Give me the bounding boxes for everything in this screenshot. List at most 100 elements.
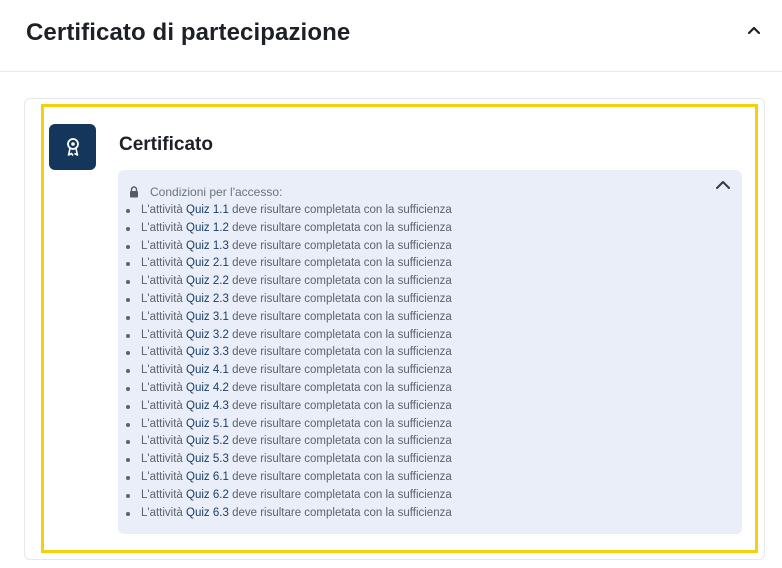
condition-item: L'attività Quiz 1.1 deve risultare compl… [118,202,452,220]
condition-item: L'attività Quiz 1.2 deve risultare compl… [118,220,452,238]
condition-item: L'attività Quiz 6.2 deve risultare compl… [118,487,452,505]
condition-suffix: deve risultare completata con la suffici… [232,399,452,412]
condition-item: L'attività Quiz 1.3 deve risultare compl… [118,238,452,256]
access-header: Condizioni per l'accesso: [128,184,282,200]
quiz-link[interactable]: Quiz 2.3 [186,293,229,305]
condition-prefix: L'attività [141,506,183,519]
access-restrictions: Condizioni per l'accesso: L'attività Qui… [118,170,742,534]
condition-prefix: L'attività [141,488,183,501]
condition-suffix: deve risultare completata con la suffici… [232,488,452,501]
quiz-link[interactable]: Quiz 5.1 [186,418,229,430]
condition-item: L'attività Quiz 3.2 deve risultare compl… [118,327,452,345]
condition-item: L'attività Quiz 2.2 deve risultare compl… [118,273,452,291]
condition-prefix: L'attività [141,292,183,305]
quiz-link[interactable]: Quiz 6.2 [186,489,229,501]
course-page: Certificato di partecipazione Certificat… [0,0,782,568]
condition-prefix: L'attività [141,417,183,430]
condition-item: L'attività Quiz 5.3 deve risultare compl… [118,451,452,469]
quiz-link[interactable]: Quiz 5.2 [186,435,229,447]
quiz-link[interactable]: Quiz 1.3 [186,240,229,252]
quiz-link[interactable]: Quiz 2.2 [186,275,229,287]
condition-suffix: deve risultare completata con la suffici… [232,381,452,394]
condition-suffix: deve risultare completata con la suffici… [232,328,452,341]
condition-item: L'attività Quiz 4.2 deve risultare compl… [118,380,452,398]
bullet-icon [126,440,130,445]
condition-suffix: deve risultare completata con la suffici… [232,275,452,288]
bullet-icon [126,297,130,302]
quiz-link[interactable]: Quiz 3.1 [186,311,229,323]
condition-prefix: L'attività [141,204,183,216]
chevron-up-icon [716,181,730,189]
section-title: Certificato di partecipazione [26,19,351,46]
quiz-link[interactable]: Quiz 2.1 [186,257,229,269]
bullet-icon [126,333,130,338]
bullet-icon [126,422,130,427]
condition-prefix: L'attività [141,275,183,288]
bullet-icon [126,351,130,356]
condition-suffix: deve risultare completata con la suffici… [232,364,452,377]
condition-item: L'attività Quiz 5.1 deve risultare compl… [118,416,452,434]
condition-prefix: L'attività [141,310,183,323]
bullet-icon [126,315,130,320]
condition-suffix: deve risultare completata con la suffici… [232,221,452,234]
condition-item: L'attività Quiz 6.3 deve risultare compl… [118,505,452,523]
condition-suffix: deve risultare completata con la suffici… [232,453,452,466]
condition-suffix: deve risultare completata con la suffici… [232,470,452,483]
condition-prefix: L'attività [141,453,183,466]
condition-suffix: deve risultare completata con la suffici… [232,239,452,252]
condition-prefix: L'attività [141,257,183,270]
condition-prefix: L'attività [141,381,183,394]
condition-suffix: deve risultare completata con la suffici… [232,435,452,448]
bullet-icon [126,404,130,409]
condition-prefix: L'attività [141,399,183,412]
quiz-link[interactable]: Quiz 1.1 [186,204,229,216]
condition-item: L'attività Quiz 2.3 deve risultare compl… [118,291,452,309]
condition-item: L'attività Quiz 2.1 deve risultare compl… [118,255,452,273]
quiz-link[interactable]: Quiz 4.2 [186,382,229,394]
condition-suffix: deve risultare completata con la suffici… [232,417,452,430]
bullet-icon [126,262,130,267]
condition-suffix: deve risultare completata con la suffici… [232,346,452,359]
condition-prefix: L'attività [141,221,183,234]
quiz-link[interactable]: Quiz 1.2 [186,222,229,234]
bullet-icon [126,493,130,498]
condition-prefix: L'attività [141,239,183,252]
condition-item: L'attività Quiz 5.2 deve risultare compl… [118,433,452,451]
bullet-icon [126,458,130,463]
condition-item: L'attività Quiz 4.1 deve risultare compl… [118,362,452,380]
condition-item: L'attività Quiz 6.1 deve risultare compl… [118,469,452,487]
condition-item: L'attività Quiz 3.3 deve risultare compl… [118,344,452,362]
bullet-icon [126,209,130,213]
quiz-link[interactable]: Quiz 5.3 [186,453,229,465]
lock-icon [130,186,138,198]
bullet-icon [126,386,130,391]
certificate-activity-icon[interactable] [49,124,96,170]
condition-suffix: deve risultare completata con la suffici… [232,292,452,305]
condition-suffix: deve risultare completata con la suffici… [232,257,452,270]
bullet-icon [126,511,130,516]
quiz-link[interactable]: Quiz 6.3 [186,507,229,519]
quiz-link[interactable]: Quiz 3.3 [186,346,229,358]
quiz-link[interactable]: Quiz 3.2 [186,329,229,341]
condition-prefix: L'attività [141,346,183,359]
condition-suffix: deve risultare completata con la suffici… [232,506,452,519]
condition-prefix: L'attività [141,435,183,448]
condition-prefix: L'attività [141,364,183,377]
condition-suffix: deve risultare completata con la suffici… [232,310,452,323]
bullet-icon [126,244,130,249]
certificate-icon [67,138,79,156]
condition-suffix: deve risultare completata con la suffici… [232,204,452,216]
condition-item: L'attività Quiz 4.3 deve risultare compl… [118,398,452,416]
bullet-icon [126,226,130,231]
section-collapse-button[interactable] [740,18,768,44]
quiz-link[interactable]: Quiz 4.3 [186,400,229,412]
chevron-up-icon [747,26,761,35]
quiz-link[interactable]: Quiz 4.1 [186,364,229,376]
condition-item: L'attività Quiz 3.1 deve risultare compl… [118,309,452,327]
condition-prefix: L'attività [141,470,183,483]
restrictions-collapse-button[interactable] [712,176,734,194]
bullet-icon [126,369,130,374]
bullet-icon [126,280,130,285]
activity-name-link[interactable]: Certificato [119,134,213,156]
quiz-link[interactable]: Quiz 6.1 [186,471,229,483]
